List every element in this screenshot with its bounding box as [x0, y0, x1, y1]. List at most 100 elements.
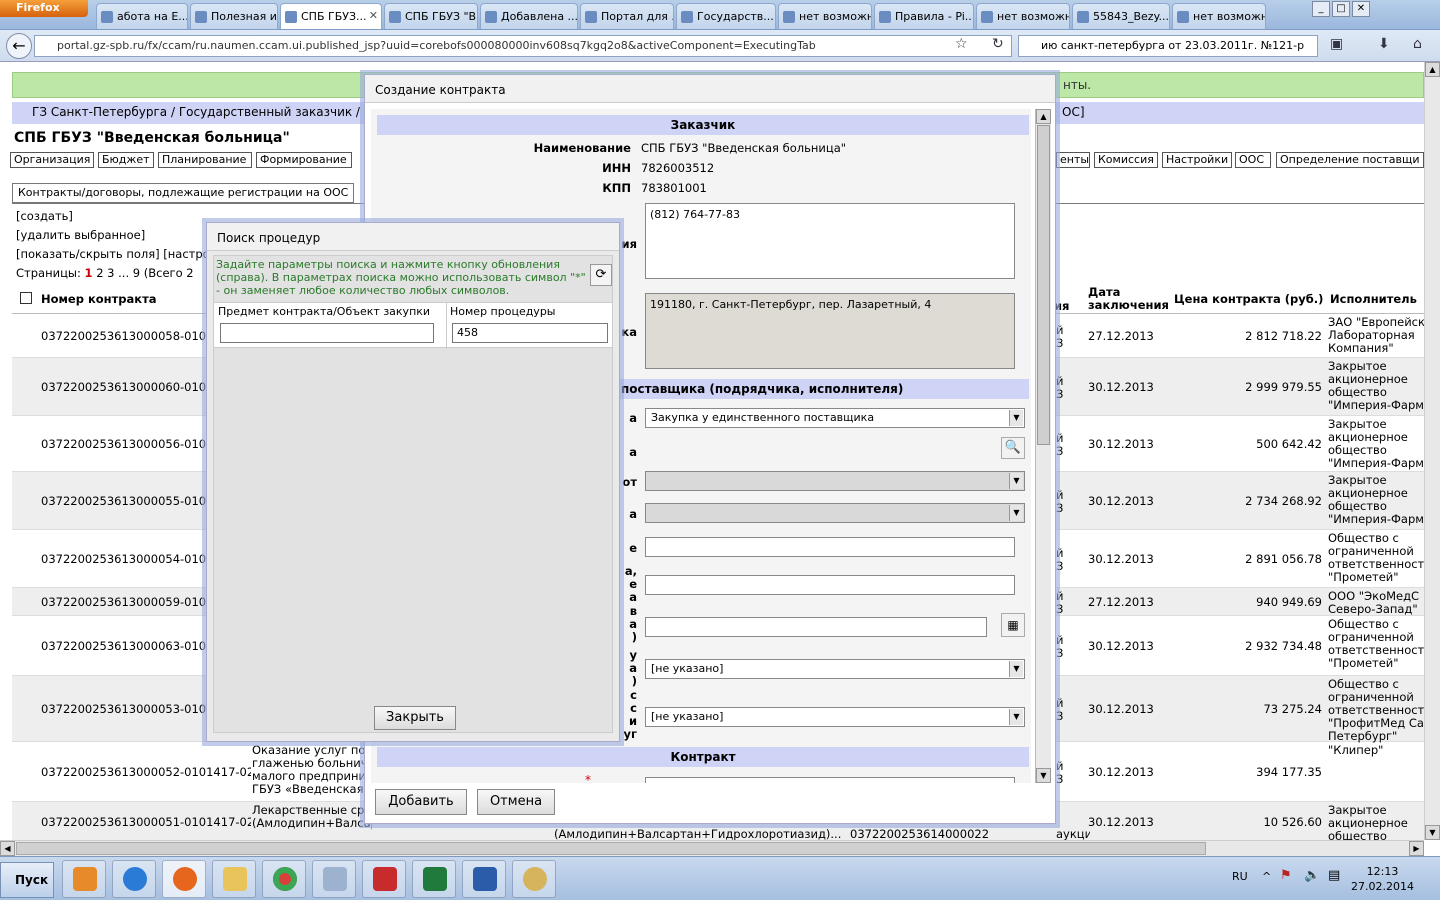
browser-tab[interactable]: 55843_Bezy... [1072, 3, 1170, 29]
download-icon[interactable]: ⬇ [1378, 36, 1390, 52]
language-indicator[interactable]: RU [1232, 870, 1248, 883]
network-icon[interactable]: ▤ [1328, 868, 1340, 883]
flag-icon[interactable]: ⚑ [1280, 868, 1292, 883]
tab-2[interactable]: Планирование [158, 152, 252, 168]
contract-field-input[interactable] [645, 777, 1015, 783]
date-input[interactable] [645, 617, 987, 637]
chevron-down-icon: ▼ [1009, 709, 1023, 725]
bookmarks-icon[interactable]: ▣ [1330, 36, 1343, 52]
page-3[interactable]: 3 [107, 266, 114, 280]
browser-tab[interactable]: нет возможн... [1172, 3, 1266, 29]
paint-icon[interactable] [512, 860, 556, 898]
browser-tab[interactable]: СПБ ГБУЗ... ✕ [280, 3, 382, 29]
calendar-icon[interactable]: ▦ [1001, 613, 1025, 637]
page-last[interactable]: ... 9 [118, 266, 140, 280]
page-1[interactable]: 1 [85, 266, 93, 280]
start-button[interactable]: Пуск [0, 862, 54, 898]
dialog-vertical-scrollbar[interactable]: ▲ ▼ [1035, 109, 1051, 783]
back-arrow-icon[interactable]: ← [6, 33, 32, 59]
browser-tab[interactable]: СПБ ГБУЗ "В... [384, 3, 478, 29]
scroll-right-icon[interactable]: ▶ [1409, 841, 1424, 856]
tab-right-1[interactable]: Комиссия [1094, 152, 1158, 168]
presentation-icon[interactable] [362, 860, 406, 898]
horizontal-scroll-thumb[interactable] [16, 842, 1206, 855]
proc-number-input[interactable]: 458 [452, 323, 608, 343]
url-bar[interactable]: portal.gz-spb.ru/fx/ccam/ru.naumen.ccam.… [34, 35, 1012, 57]
home-icon[interactable]: ⌂ [1413, 36, 1422, 52]
firefox-menu-button[interactable]: Firefox [0, 0, 88, 17]
search-procedure-icon[interactable]: 🔍 [1001, 437, 1025, 459]
chrome-icon[interactable] [262, 860, 306, 898]
internet-explorer-icon[interactable] [112, 860, 156, 898]
firefox-icon[interactable] [162, 860, 206, 898]
procurement-method-select[interactable]: Закупка у единственного поставщика ▼ [645, 408, 1025, 428]
delete-selected-link[interactable]: [удалить выбранное] [16, 228, 145, 242]
col-price[interactable]: Цена контракта (руб.) [1174, 292, 1323, 306]
tab-right-2[interactable]: Настройки [1162, 152, 1232, 168]
scroll-down-icon[interactable]: ▼ [1036, 768, 1051, 783]
col-date[interactable]: Дата заключения [1088, 286, 1169, 312]
page-horizontal-scrollbar[interactable]: ◀ ▶ [0, 840, 1424, 856]
tab-right-3[interactable]: ООС [1235, 152, 1271, 168]
browser-tab[interactable]: абота на Е... [96, 3, 188, 29]
unspecified-select-2[interactable]: [не указано] ▼ [645, 707, 1025, 727]
address-textarea[interactable]: 191180, г. Санкт-Петербург, пер. Лазарет… [645, 293, 1015, 369]
reload-icon[interactable]: ↻ [992, 36, 1004, 52]
scroll-down-icon[interactable]: ▼ [1425, 825, 1440, 840]
phone-textarea[interactable]: (812) 764-77-83 [645, 203, 1015, 279]
browser-tab[interactable]: Полезная ин... [190, 3, 278, 29]
add-button[interactable]: Добавить [375, 789, 467, 815]
unspecified-select-1[interactable]: [не указано] ▼ [645, 659, 1025, 679]
tray-expand-icon[interactable]: ^ [1262, 870, 1271, 883]
field-input-1[interactable] [645, 537, 1015, 557]
scroll-up-icon[interactable]: ▲ [1036, 109, 1051, 124]
clock[interactable]: 12:13 27.02.2014 [1351, 864, 1414, 894]
page-vertical-scrollbar[interactable]: ▲ ▼ [1424, 62, 1440, 840]
volume-icon[interactable]: 🔈 [1304, 868, 1320, 883]
col-supplier[interactable]: Исполнитель [1330, 292, 1417, 306]
col-number[interactable]: Номер контракта [41, 292, 157, 306]
subject-input[interactable] [220, 323, 434, 343]
minimize-icon[interactable]: _ [1312, 1, 1330, 17]
browser-tab[interactable]: Добавлена ... [480, 3, 578, 29]
scroll-left-icon[interactable]: ◀ [0, 841, 15, 856]
contract-price: 394 177.35 [1256, 765, 1322, 779]
close-button[interactable]: Закрыть [374, 706, 456, 730]
browser-tab[interactable]: Государств... [676, 3, 776, 29]
excel-icon[interactable] [412, 860, 456, 898]
create-link[interactable]: [создать] [16, 209, 73, 223]
breadcrumb-text[interactable]: ГЗ Санкт-Петербурга / Государственный за… [32, 105, 388, 119]
tab-contracts[interactable]: Контракты/договоры, подлежащие регистрац… [12, 183, 355, 203]
file-explorer-icon[interactable] [212, 860, 256, 898]
tab-right-4[interactable]: Определение поставщи [1276, 152, 1424, 168]
page-title: СПБ ГБУЗ "Введенская больница" [14, 130, 290, 146]
select-all-checkbox[interactable] [20, 292, 32, 304]
basis-select[interactable]: ▼ [645, 471, 1025, 491]
refresh-icon[interactable]: ⟳ [590, 264, 612, 286]
tab-1[interactable]: Бюджет [98, 152, 154, 168]
browser-tab[interactable]: Портал для ... [580, 3, 674, 29]
browser-tab[interactable]: нет возможн... [976, 3, 1070, 29]
maximize-icon[interactable]: □ [1332, 1, 1350, 17]
bookmark-star-icon[interactable]: ☆ [955, 36, 968, 52]
tab-right-0[interactable]: енты [1056, 152, 1090, 168]
word-icon[interactable] [462, 860, 506, 898]
basis2-select[interactable]: ▼ [645, 503, 1025, 523]
media-player-icon[interactable] [62, 860, 106, 898]
dialog-scroll-thumb[interactable] [1037, 125, 1050, 445]
tab-label: СПБ ГБУЗ "В... [405, 10, 477, 23]
page-2[interactable]: 2 [96, 266, 103, 280]
show-hide-fields-link[interactable]: [показать/скрыть поля] [настро [16, 247, 210, 261]
cancel-button[interactable]: Отмена [477, 789, 555, 815]
search-field[interactable]: ию санкт-петербурга от 23.03.2011г. №121… [1018, 35, 1318, 57]
browser-tab[interactable]: Правила - Pi... [874, 3, 974, 29]
browser-tab[interactable]: нет возможн... [778, 3, 872, 29]
tab-close-icon[interactable]: ✕ [369, 9, 378, 22]
calculator-icon[interactable] [312, 860, 356, 898]
proc-number-label: Номер процедуры [450, 305, 556, 318]
tab-0[interactable]: Организация [10, 152, 94, 168]
close-icon[interactable]: ✕ [1352, 1, 1370, 17]
scroll-up-icon[interactable]: ▲ [1425, 62, 1440, 77]
field-input-2[interactable] [645, 575, 1015, 595]
tab-3[interactable]: Формирование [256, 152, 352, 168]
